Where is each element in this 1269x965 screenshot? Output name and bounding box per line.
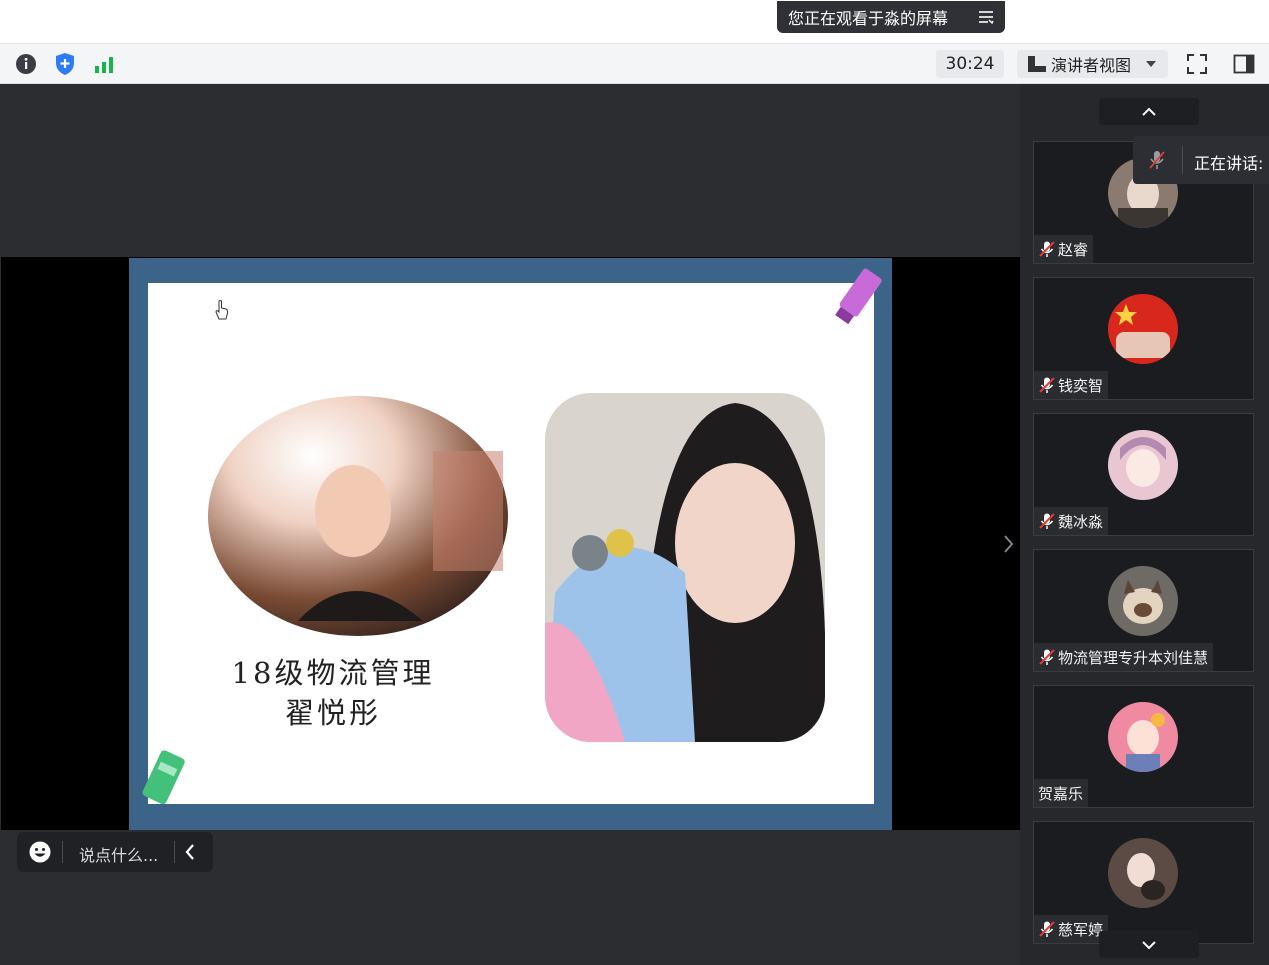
sharpener-decoration (142, 750, 185, 805)
avatar (1108, 430, 1178, 500)
view-mode-dropdown[interactable]: 演讲者视图 (1017, 50, 1168, 78)
presentation-slide: 18级物流管理 翟悦彤 (129, 258, 892, 830)
mic-muted-icon (1039, 377, 1055, 393)
mic-muted-icon (1039, 241, 1055, 257)
layout-icon (1028, 56, 1046, 72)
hand-cursor-icon (215, 300, 229, 320)
chevron-down-icon (1146, 61, 1156, 67)
participant-tile[interactable]: 慈军婷 (1033, 821, 1254, 944)
share-banner-text: 您正在观看于淼的屏幕 (788, 9, 949, 28)
participant-name-label: 物流管理专升本刘佳慧 (1034, 643, 1214, 671)
avatar (1108, 566, 1178, 636)
left-portrait-photo (208, 396, 508, 636)
mic-muted-icon (1039, 921, 1055, 937)
collapse-chevron-left-icon[interactable] (184, 843, 196, 861)
participant-tile[interactable]: 钱奕智 (1033, 277, 1254, 400)
signal-bars-icon (95, 57, 113, 73)
mic-muted-icon (1039, 649, 1055, 665)
chat-input[interactable]: 说点什么... (79, 842, 158, 866)
speaking-indicator: 正在讲话: (1133, 136, 1269, 184)
chat-bar[interactable]: 说点什么... (17, 832, 213, 872)
chat-divider (62, 841, 63, 863)
info-icon (16, 54, 36, 74)
security-button[interactable] (51, 50, 79, 78)
chat-divider (174, 841, 175, 863)
participant-name-label: 赵睿 (1034, 235, 1094, 263)
participant-name: 慈军婷 (1058, 920, 1104, 939)
top-bar (0, 0, 1269, 43)
chevron-right-icon[interactable] (1003, 534, 1015, 554)
speaking-divider (1182, 146, 1183, 174)
meeting-timer: 30:24 (936, 50, 1004, 78)
menu-lines-icon[interactable] (977, 8, 995, 26)
panel-toggle-icon (1233, 54, 1255, 74)
slide-caption: 18级物流管理 翟悦彤 (223, 653, 443, 733)
participant-name: 贺嘉乐 (1038, 784, 1084, 803)
participant-name: 钱奕智 (1058, 376, 1104, 395)
participant-name-label: 钱奕智 (1034, 371, 1109, 399)
participant-tile[interactable]: 物流管理专升本刘佳慧 (1033, 549, 1254, 672)
chevron-up-icon (1142, 107, 1156, 116)
avatar (1108, 838, 1178, 908)
participant-tile[interactable]: 贺嘉乐 (1033, 685, 1254, 808)
participant-name: 赵睿 (1058, 240, 1089, 259)
participant-tile[interactable]: 魏冰淼 (1033, 413, 1254, 536)
participant-name-label: 慈军婷 (1034, 915, 1109, 943)
avatar (1108, 294, 1178, 364)
info-button[interactable] (12, 50, 40, 78)
participant-name: 物流管理专升本刘佳慧 (1058, 648, 1209, 667)
slide-canvas: 18级物流管理 翟悦彤 (142, 268, 882, 805)
scroll-down-button[interactable] (1099, 931, 1199, 958)
marker-decoration (835, 268, 882, 325)
scroll-up-button[interactable] (1099, 98, 1199, 125)
mic-muted-icon (1149, 151, 1165, 169)
network-status-button[interactable] (90, 50, 118, 78)
fullscreen-button[interactable] (1183, 50, 1211, 78)
security-shield-icon (56, 53, 74, 75)
participant-name-label: 贺嘉乐 (1034, 779, 1089, 807)
slide-title-line1: 18级物流管理 (231, 656, 435, 690)
meeting-toolbar: 30:24 演讲者视图 (0, 43, 1269, 84)
fullscreen-icon (1187, 54, 1207, 74)
chevron-down-icon (1142, 940, 1156, 949)
speaking-label: 正在讲话: (1194, 154, 1264, 173)
right-portrait-photo (545, 393, 825, 742)
participant-name: 魏冰淼 (1058, 512, 1104, 531)
view-mode-label: 演讲者视图 (1051, 56, 1132, 75)
panel-toggle-button[interactable] (1230, 50, 1258, 78)
emoji-icon[interactable] (29, 841, 51, 863)
avatar (1108, 702, 1178, 772)
participant-name-label: 魏冰淼 (1034, 507, 1109, 535)
slide-title-line2: 翟悦彤 (284, 696, 381, 730)
mic-muted-icon (1039, 513, 1055, 529)
screen-share-banner[interactable]: 您正在观看于淼的屏幕 (777, 1, 1005, 33)
